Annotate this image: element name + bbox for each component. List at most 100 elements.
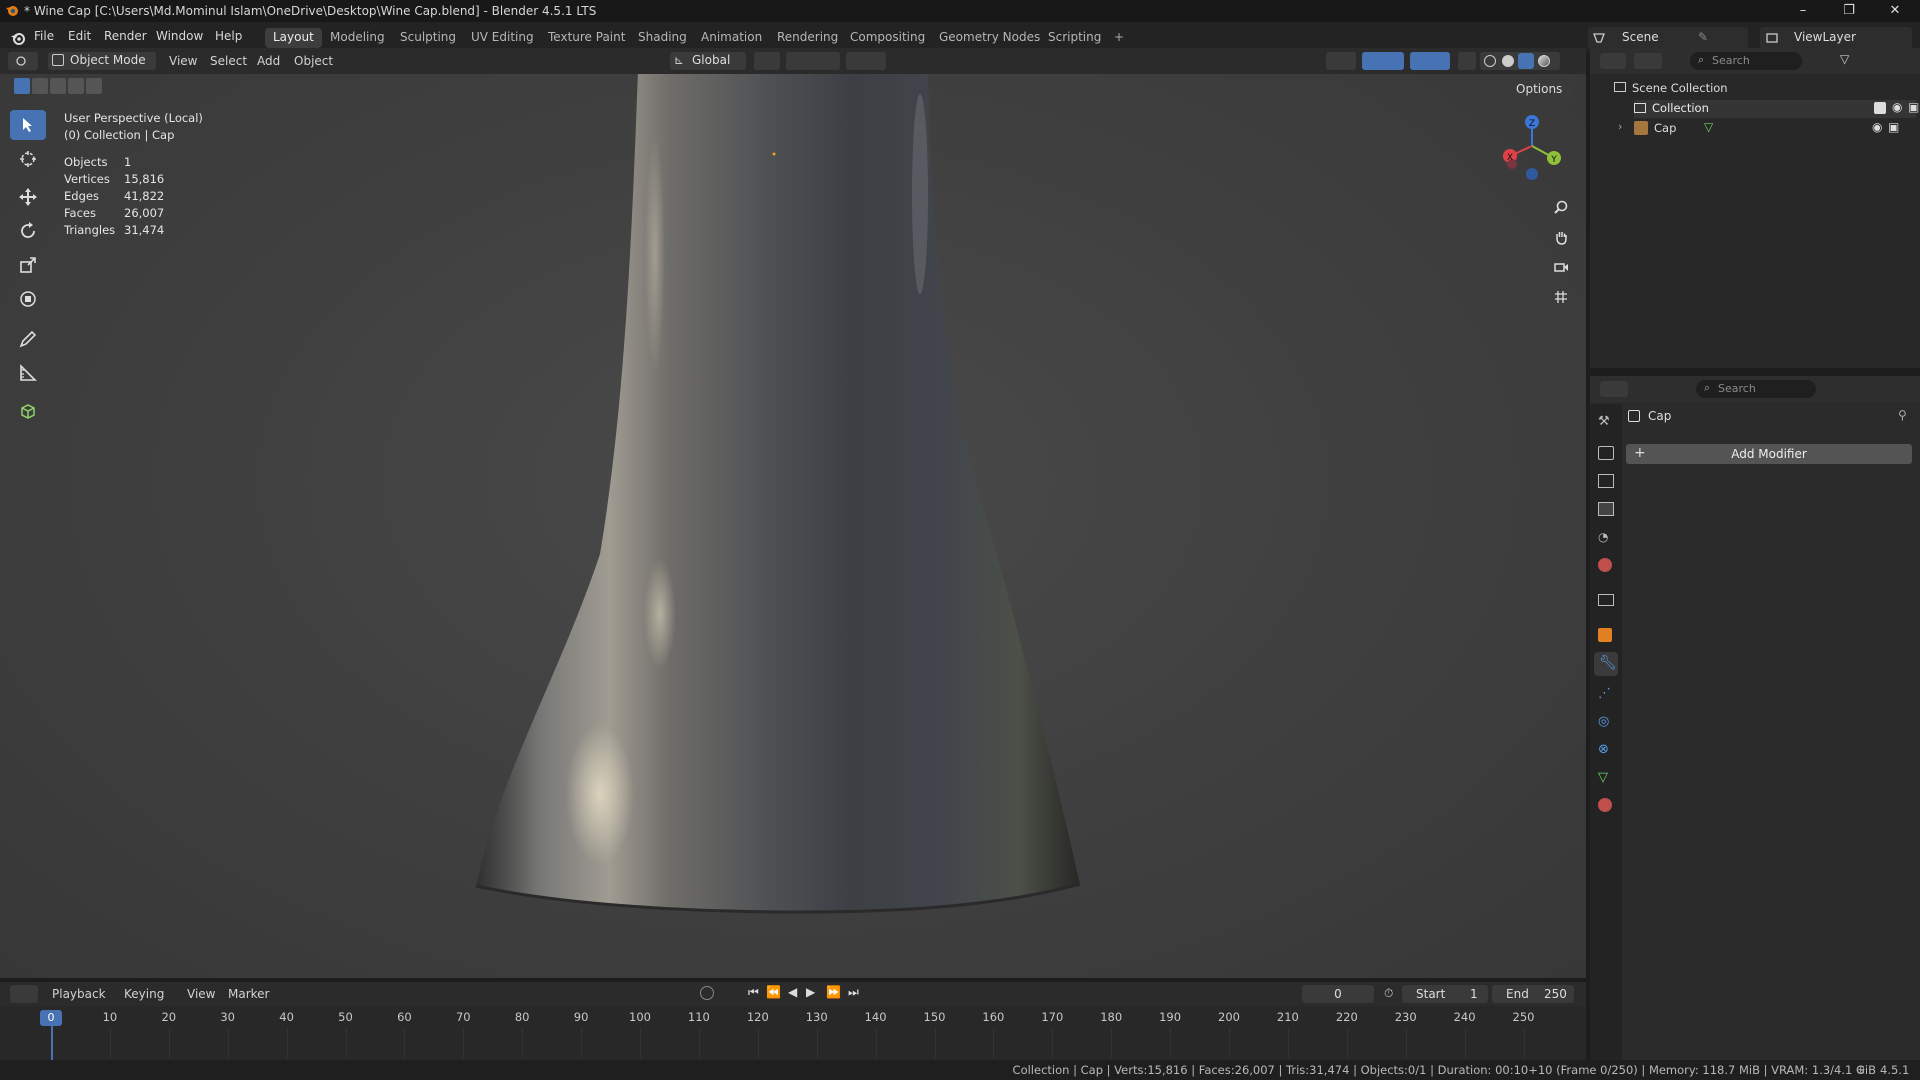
menu-select[interactable]: Select xyxy=(210,54,247,68)
view-layer-selector[interactable]: ViewLayer xyxy=(1760,27,1912,49)
menu-edit[interactable]: Edit xyxy=(68,29,91,43)
solid-shading-icon[interactable] xyxy=(1502,55,1514,67)
menu-add[interactable]: Add xyxy=(257,54,280,68)
material-preview-shading-icon[interactable] xyxy=(1518,53,1534,69)
close-button[interactable]: ✕ xyxy=(1872,0,1918,22)
transform-tool[interactable] xyxy=(10,284,46,314)
snap-toggle[interactable] xyxy=(786,52,840,70)
current-frame-field[interactable]: 0 xyxy=(1302,985,1374,1003)
visibility-dropdown[interactable] xyxy=(1326,52,1356,70)
pivot-point-button[interactable] xyxy=(754,52,780,70)
outliner-row-scene-collection[interactable]: Scene Collection xyxy=(1614,80,1914,98)
pan-button[interactable] xyxy=(1548,224,1574,250)
data-tab-icon[interactable]: ▽ xyxy=(1598,770,1608,785)
add-workspace-button[interactable]: + xyxy=(1106,28,1132,48)
expand-chevron-icon[interactable]: › xyxy=(1618,120,1622,133)
menu-keying[interactable]: Keying xyxy=(124,987,164,1001)
menu-help[interactable]: Help xyxy=(215,29,242,43)
select-extend-icon[interactable] xyxy=(32,78,48,94)
play-icon[interactable]: ▶ xyxy=(806,985,815,999)
transform-orientation-dropdown[interactable]: ⊾ Global xyxy=(670,52,746,70)
mesh-data-icon[interactable]: ▽ xyxy=(1704,120,1713,134)
editor-type-button[interactable] xyxy=(8,52,38,70)
select-box-tool[interactable] xyxy=(10,110,46,140)
collection-tab-icon[interactable] xyxy=(1598,594,1614,606)
tab-geometry-nodes[interactable]: Geometry Nodes xyxy=(931,28,1048,48)
outliner-search-input[interactable]: ⌕ Search xyxy=(1690,52,1802,70)
camera-render-icon[interactable]: ▣ xyxy=(1888,120,1899,134)
tool-tab-icon[interactable]: ⚒ xyxy=(1598,414,1614,430)
exclude-checkbox[interactable] xyxy=(1874,102,1886,114)
timeline-editor-type-button[interactable] xyxy=(10,985,38,1003)
overlays-toggle[interactable] xyxy=(1410,52,1450,70)
navigation-gizmo[interactable]: Z Y X xyxy=(1496,110,1566,190)
timeline-ruler[interactable]: 0 10 20 30 40 50 60 70 80 90 100 110 120 130 140 150 160… xyxy=(0,1006,1586,1060)
tab-layout[interactable]: Layout xyxy=(265,28,322,48)
particles-tab-icon[interactable]: ⋰ xyxy=(1598,686,1611,701)
cap-mesh[interactable] xyxy=(0,74,1586,978)
tab-shading[interactable]: Shading xyxy=(630,28,695,48)
cursor-tool[interactable] xyxy=(10,144,46,174)
scale-tool[interactable] xyxy=(10,250,46,280)
gizmos-toggle[interactable] xyxy=(1362,52,1404,70)
world-tab-icon[interactable] xyxy=(1598,558,1612,572)
menu-view[interactable]: View xyxy=(169,54,197,68)
scene-tab-icon[interactable]: ◔ xyxy=(1598,530,1614,544)
eye-icon[interactable]: ◉ xyxy=(1872,120,1882,134)
camera-view-button[interactable] xyxy=(1548,254,1574,280)
next-keyframe-icon[interactable]: ⏩ xyxy=(826,985,841,999)
view-layer-tab-icon[interactable] xyxy=(1598,502,1614,516)
play-reverse-icon[interactable]: ◀ xyxy=(788,985,797,999)
output-tab-icon[interactable] xyxy=(1598,474,1614,488)
add-modifier-button[interactable]: + Add Modifier xyxy=(1626,444,1912,464)
shading-modes[interactable] xyxy=(1480,52,1560,70)
menu-file[interactable]: File xyxy=(34,29,54,43)
object-tab-icon[interactable] xyxy=(1598,628,1612,642)
scene-selector[interactable]: Scene ✎ xyxy=(1588,27,1748,49)
zoom-button[interactable] xyxy=(1548,194,1574,220)
select-mode-buttons[interactable] xyxy=(14,78,104,96)
tab-rendering[interactable]: Rendering xyxy=(769,28,846,48)
add-cube-tool[interactable] xyxy=(10,396,46,426)
annotate-tool[interactable] xyxy=(10,324,46,354)
outliner-row-collection[interactable]: Collection ◉ ▣ xyxy=(1634,100,1919,118)
blender-menu-icon[interactable] xyxy=(10,30,26,46)
outliner-row-cap[interactable]: › Cap ▽ ◉ ▣ xyxy=(1618,120,1916,138)
pin-icon[interactable]: ✎ xyxy=(1698,30,1708,44)
properties-search-input[interactable]: ⌕ Search xyxy=(1696,380,1816,398)
rotate-tool[interactable] xyxy=(10,216,46,246)
menu-view[interactable]: View xyxy=(187,987,215,1001)
minimize-button[interactable]: – xyxy=(1780,0,1826,22)
tab-compositing[interactable]: Compositing xyxy=(842,28,933,48)
tab-animation[interactable]: Animation xyxy=(693,28,770,48)
tab-sculpting[interactable]: Sculpting xyxy=(392,28,464,48)
menu-object[interactable]: Object xyxy=(294,54,333,68)
wireframe-shading-icon[interactable] xyxy=(1484,55,1496,67)
modifiers-tab[interactable]: 🔧︎ xyxy=(1594,652,1618,676)
maximize-button[interactable]: ❐ xyxy=(1826,0,1872,22)
camera-render-icon[interactable]: ▣ xyxy=(1908,100,1919,114)
measure-tool[interactable] xyxy=(10,358,46,388)
previous-keyframe-icon[interactable]: ⏪ xyxy=(766,985,781,999)
stopwatch-icon[interactable]: ⏱ xyxy=(1384,986,1393,1001)
playhead[interactable]: 0 xyxy=(40,1010,62,1026)
start-frame-field[interactable]: Start 1 xyxy=(1402,985,1488,1003)
jump-start-icon[interactable]: ⏮ xyxy=(748,985,759,1000)
menu-playback[interactable]: Playback xyxy=(52,987,106,1001)
render-tab-icon[interactable] xyxy=(1598,446,1614,460)
menu-render[interactable]: Render xyxy=(104,29,147,43)
tab-uv-editing[interactable]: UV Editing xyxy=(463,28,542,48)
filter-icon[interactable]: ▽ xyxy=(1840,52,1849,66)
material-tab-icon[interactable] xyxy=(1598,798,1612,812)
properties-editor-type-button[interactable] xyxy=(1600,381,1628,397)
menu-marker[interactable]: Marker xyxy=(228,987,269,1001)
tab-texture-paint[interactable]: Texture Paint xyxy=(540,28,633,48)
pin-icon[interactable]: ⚲ xyxy=(1898,408,1907,422)
tab-scripting[interactable]: Scripting xyxy=(1040,28,1109,48)
options-button[interactable]: Options xyxy=(1508,80,1572,100)
select-intersect-icon[interactable] xyxy=(86,78,102,94)
physics-tab-icon[interactable]: ◎ xyxy=(1598,714,1609,729)
select-new-icon[interactable] xyxy=(14,78,30,94)
xray-toggle[interactable] xyxy=(1458,52,1476,70)
jump-end-icon[interactable]: ⏭ xyxy=(848,985,859,1000)
